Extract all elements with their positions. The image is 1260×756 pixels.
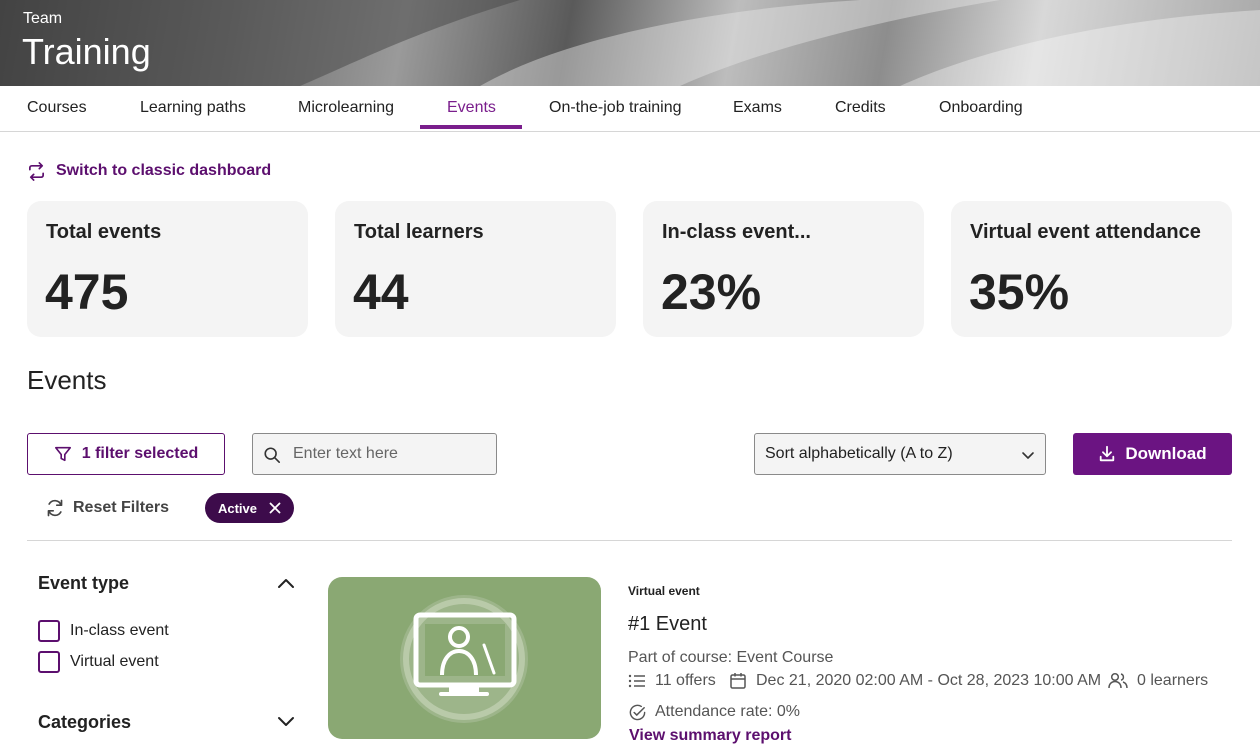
- reset-filters-button[interactable]: Reset Filters: [45, 496, 169, 520]
- tab-learning-paths[interactable]: Learning paths: [140, 86, 246, 132]
- event-learners: 0 learners: [1108, 671, 1208, 691]
- download-button[interactable]: Download: [1073, 433, 1232, 475]
- chevron-down-icon[interactable]: [276, 714, 296, 730]
- filter-option-label: Virtual event: [70, 653, 159, 670]
- switch-link-label: Switch to classic dashboard: [56, 162, 272, 179]
- event-learners-text: 0 learners: [1137, 672, 1209, 689]
- stat-label: Virtual event attendance: [970, 221, 1201, 243]
- event-dates: Dec 21, 2020 02:00 AM - Oct 28, 2023 10:…: [729, 671, 1101, 691]
- filter-option-virtual-event[interactable]: Virtual event: [38, 651, 159, 673]
- event-type-label: Virtual event: [628, 584, 700, 598]
- tab-on-the-job-training[interactable]: On-the-job training: [549, 86, 682, 132]
- filter-button-label: 1 filter selected: [81, 445, 199, 462]
- search-field: [252, 433, 497, 475]
- people-icon: [1108, 672, 1128, 689]
- event-type-filter-heading: Event type: [38, 573, 130, 593]
- calendar-icon: [730, 673, 746, 689]
- banner-background: [0, 0, 1260, 86]
- stat-label: Total events: [46, 221, 162, 243]
- stat-value: 35%: [969, 264, 1070, 320]
- download-icon: [1100, 445, 1115, 462]
- stat-card-virtual-attendance: Virtual event attendance 35%: [951, 201, 1232, 337]
- event-dates-text: Dec 21, 2020 02:00 AM - Oct 28, 2023 10:…: [756, 672, 1102, 689]
- sort-select-value: Sort alphabetically (A to Z): [765, 445, 953, 462]
- reset-filters-label: Reset Filters: [73, 499, 170, 516]
- check-circle-icon: [629, 704, 646, 720]
- funnel-icon: [54, 446, 71, 462]
- active-tab-indicator: [420, 125, 522, 129]
- filter-option-label: In-class event: [70, 622, 169, 639]
- event-attendance: Attendance rate: 0%: [628, 702, 800, 722]
- checkbox[interactable]: [38, 651, 60, 673]
- filter-option-in-class-event[interactable]: In-class event: [38, 620, 169, 642]
- active-filter-chip[interactable]: Active: [205, 493, 294, 523]
- events-section-title: Events: [27, 365, 107, 395]
- chevron-down-icon: [1022, 452, 1034, 459]
- stat-value: 23%: [661, 264, 762, 320]
- tab-bar: Courses Learning paths Microlearning Eve…: [0, 86, 1260, 132]
- download-button-label: Download: [1125, 444, 1207, 463]
- view-summary-report-link[interactable]: View summary report: [629, 727, 791, 745]
- categories-filter-heading: Categories: [38, 712, 132, 732]
- tab-onboarding[interactable]: Onboarding: [939, 86, 1023, 132]
- tab-exams[interactable]: Exams: [733, 86, 782, 132]
- stat-card-total-events: Total events 475: [27, 201, 308, 337]
- header-eyebrow: Team: [23, 10, 63, 27]
- stat-card-in-class-event: In-class event... 23%: [643, 201, 924, 337]
- filter-button[interactable]: 1 filter selected: [27, 433, 225, 475]
- chip-label: Active: [217, 500, 258, 516]
- event-offers-text: 11 offers: [655, 672, 716, 689]
- stat-value: 475: [45, 264, 129, 320]
- refresh-icon: [47, 499, 63, 517]
- close-icon[interactable]: [269, 502, 281, 514]
- stat-value: 44: [353, 264, 409, 320]
- event-offers: 11 offers: [628, 671, 716, 691]
- stat-card-total-learners: Total learners 44: [335, 201, 616, 337]
- checkbox[interactable]: [38, 620, 60, 642]
- virtual-classroom-icon: [400, 595, 528, 723]
- list-icon: [628, 674, 645, 688]
- tab-credits[interactable]: Credits: [835, 86, 886, 132]
- switch-classic-dashboard-link[interactable]: Switch to classic dashboard: [27, 160, 271, 182]
- stat-label: Total learners: [354, 221, 484, 243]
- tab-courses[interactable]: Courses: [27, 86, 87, 132]
- switch-arrows-icon: [28, 161, 45, 181]
- event-title[interactable]: #1 Event: [628, 613, 707, 636]
- header-banner: Team Training: [0, 0, 1260, 86]
- search-input[interactable]: [293, 435, 488, 473]
- page-title: Training: [22, 31, 151, 72]
- event-attendance-text: Attendance rate: 0%: [655, 703, 800, 720]
- sort-select[interactable]: Sort alphabetically (A to Z): [754, 433, 1046, 475]
- event-thumbnail[interactable]: [328, 577, 601, 739]
- event-course: Part of course: Event Course: [628, 649, 834, 666]
- chevron-up-icon[interactable]: [276, 575, 296, 591]
- search-icon: [264, 447, 281, 464]
- stat-label: In-class event...: [662, 221, 811, 243]
- tab-microlearning[interactable]: Microlearning: [298, 86, 394, 132]
- divider: [27, 540, 1232, 541]
